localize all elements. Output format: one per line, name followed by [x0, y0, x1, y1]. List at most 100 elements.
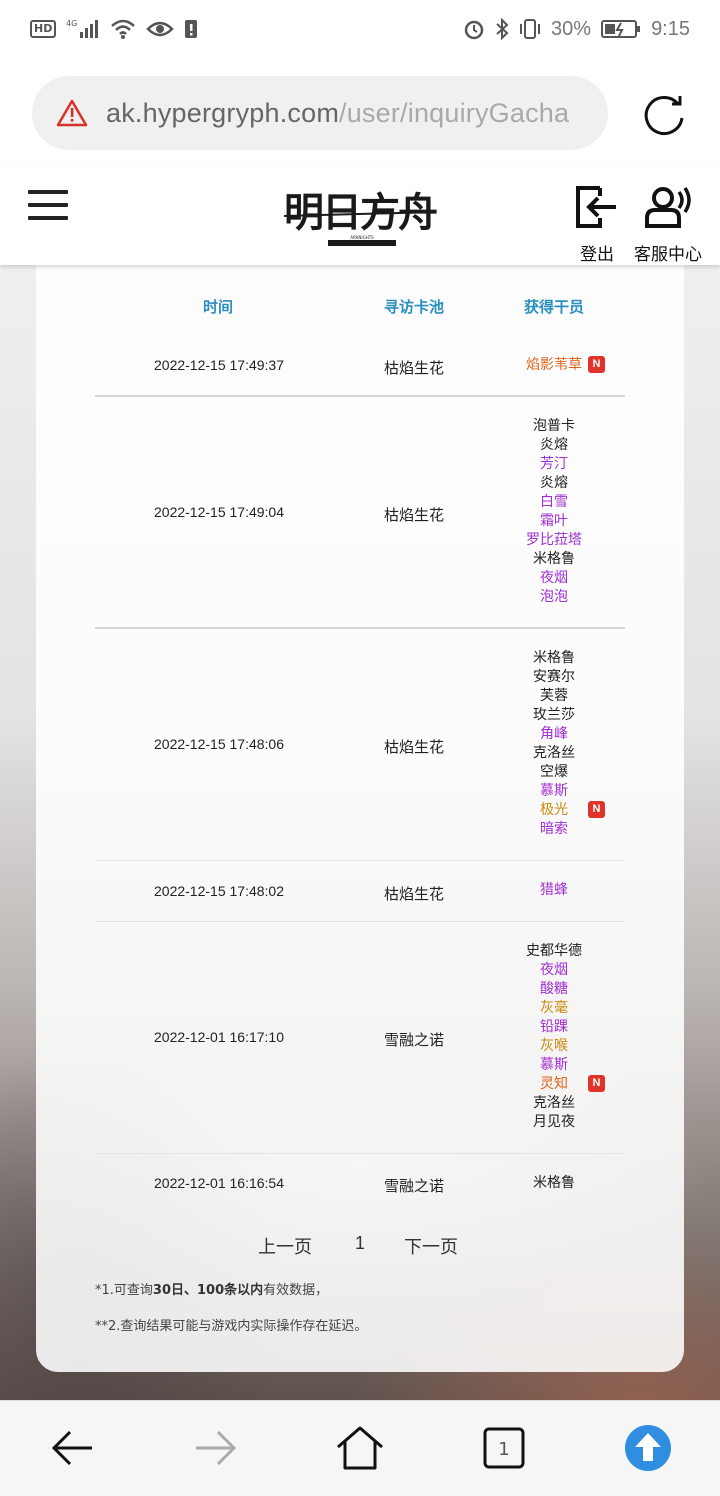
gacha-history-card: 时间 寻访卡池 获得干员 2022-12-15 17:49:37 枯焰生花 焰影苇草… — [36, 265, 684, 1372]
operator-name: 猎蜂 — [495, 881, 613, 900]
operator-name: 月见夜 — [495, 1113, 613, 1132]
table-row: 2022-12-15 17:48:02 枯焰生花 猎蜂 — [95, 861, 625, 922]
operator-name-text: 安赛尔 — [533, 669, 575, 685]
row-pool: 雪融之诺 — [383, 1031, 444, 1049]
operator-name-text: 史都华德 — [526, 943, 582, 959]
logout-button[interactable]: 登出 — [574, 184, 620, 265]
operator-name-text: 炎熔 — [540, 437, 568, 453]
operator-name: 夜烟 — [495, 961, 613, 980]
operator-name: 芙蓉 — [495, 687, 613, 706]
tabs-button[interactable]: 1 — [479, 1423, 529, 1473]
operator-name: 炎熔 — [495, 474, 613, 493]
warning-icon[interactable] — [56, 99, 88, 127]
logo-subtext: ARKNIGHTS — [350, 235, 374, 240]
browser-bottom-nav: 1 — [0, 1400, 720, 1496]
note-1-prefix: *1.可查询 — [95, 1283, 153, 1298]
row-time: 2022-12-15 17:48:06 — [154, 736, 284, 752]
operator-name: 灰毫 — [495, 999, 613, 1018]
operator-name: 焰影苇草 N — [495, 355, 613, 375]
tabs-icon: 1 — [483, 1427, 525, 1469]
address-bar[interactable]: ak.hypergryph.com/user/inquiryGacha — [32, 76, 608, 150]
battery-percent: 30% — [551, 17, 592, 40]
url-host: ak.hypergryph.com — [106, 97, 340, 128]
header-pool: 寻访卡池 — [383, 298, 444, 316]
operator-name: 芳汀 — [495, 455, 613, 474]
forward-button[interactable] — [191, 1423, 241, 1473]
current-page[interactable]: 1 — [355, 1233, 365, 1254]
customer-service-icon — [645, 187, 691, 228]
operator-name-text: 铅踝 — [540, 1019, 568, 1035]
operator-name: 极光 N — [495, 801, 613, 820]
tab-count: 1 — [498, 1439, 509, 1460]
operator-name-text: 灰喉 — [540, 1038, 568, 1054]
forward-arrow-icon — [196, 1430, 237, 1466]
row-operators: 猎蜂 — [495, 881, 613, 900]
row-pool: 枯焰生花 — [383, 359, 444, 377]
customer-service-label: 客服中心 — [634, 245, 702, 265]
operator-name-text: 灰毫 — [540, 1000, 568, 1016]
operator-name-text: 玫兰莎 — [533, 707, 575, 723]
operator-name: 泡普卡 — [495, 417, 613, 436]
wifi-icon — [111, 19, 136, 39]
url-path: /user/inquiryGacha — [339, 97, 570, 128]
operator-name: 铅踝 — [495, 1018, 613, 1037]
operator-name: 夜烟 — [495, 569, 613, 588]
operator-name-text: 炎熔 — [540, 475, 568, 491]
note-2: **2.查询结果可能与游戏内实际操作存在延迟。 — [95, 1319, 368, 1334]
operator-name-text: 米格鲁 — [533, 1174, 575, 1191]
back-button[interactable] — [47, 1423, 97, 1473]
operator-name-text: 酸糖 — [540, 981, 568, 997]
table-row: 2022-12-01 16:17:10 雪融之诺 史都华德夜烟酸糖灰毫铅踝灰喉慕斯灵… — [95, 922, 625, 1154]
operator-name: 灵知 N — [495, 1075, 613, 1094]
row-pool: 雪融之诺 — [383, 1177, 444, 1195]
operator-name-text: 芙蓉 — [540, 688, 568, 704]
operator-name-text: 泡普卡 — [533, 418, 575, 434]
note-1: *1.可查询30日、100条以内有效数据， — [95, 1279, 328, 1298]
operator-name-text: 暗索 — [540, 821, 568, 837]
operator-name-text: 灵知 — [540, 1076, 568, 1092]
operator-name: 米格鲁 — [495, 1174, 613, 1193]
reload-icon[interactable] — [640, 90, 688, 138]
next-page-button[interactable]: 下一页 — [404, 1233, 458, 1259]
operator-name: 安赛尔 — [495, 668, 613, 687]
note-1-bold: 30日、100条以内 — [152, 1283, 264, 1298]
operator-name: 慕斯 — [495, 1056, 613, 1075]
vibrate-icon — [520, 19, 541, 39]
battery-charging-icon — [601, 20, 641, 38]
row-time: 2022-12-01 16:17:10 — [154, 1029, 284, 1045]
operator-name: 暗索 — [495, 820, 613, 839]
operator-name-text: 猎蜂 — [540, 882, 568, 898]
site-header: 明日方舟 ARKNIGHTS 登出 客服中心 — [0, 166, 720, 265]
operator-name: 泡泡 — [495, 588, 613, 607]
table-row: 2022-12-15 17:48:06 枯焰生花 米格鲁 安赛尔 芙蓉 玫兰莎 角峰 克洛丝空… — [95, 629, 625, 861]
operator-name: 玫兰莎 — [495, 706, 613, 725]
row-operators: 米格鲁 — [495, 1174, 613, 1193]
operator-name: 灰喉 — [495, 1037, 613, 1056]
logo-text: 明日方舟 — [284, 189, 437, 236]
operator-name-text: 芳汀 — [540, 456, 568, 472]
browser-toolbar: ak.hypergryph.com/user/inquiryGacha — [0, 58, 720, 166]
operator-name: 角峰 — [495, 725, 613, 744]
menu-icon[interactable] — [28, 190, 68, 222]
operator-name: 慕斯 — [495, 782, 613, 801]
operator-name-text: 空爆 — [540, 764, 568, 780]
row-pool: 枯焰生花 — [383, 884, 444, 903]
operator-name: 霜叶 — [495, 512, 613, 531]
prev-page-button[interactable]: 上一页 — [258, 1233, 312, 1259]
home-button[interactable] — [335, 1423, 385, 1473]
row-operators: 焰影苇草 N — [495, 355, 613, 375]
operator-name: 罗比菈塔 — [495, 531, 613, 550]
url-text[interactable]: ak.hypergryph.com/user/inquiryGacha — [106, 98, 569, 129]
bluetooth-icon — [496, 18, 509, 40]
upload-button[interactable] — [623, 1423, 673, 1473]
operator-name: 米格鲁 — [495, 649, 613, 668]
row-time: 2022-12-15 17:49:04 — [154, 504, 284, 520]
operator-name-text: 泡泡 — [540, 589, 568, 605]
operator-name-text: 极光 — [540, 802, 568, 818]
operator-name-text: 夜烟 — [540, 962, 568, 978]
operator-name: 米格鲁 — [495, 550, 613, 569]
operator-name-text: 米格鲁 — [533, 551, 575, 567]
arknights-logo[interactable]: 明日方舟 ARKNIGHTS — [282, 178, 438, 254]
operator-name-text: 月见夜 — [533, 1114, 575, 1130]
customer-service-button[interactable]: 客服中心 — [632, 184, 704, 265]
